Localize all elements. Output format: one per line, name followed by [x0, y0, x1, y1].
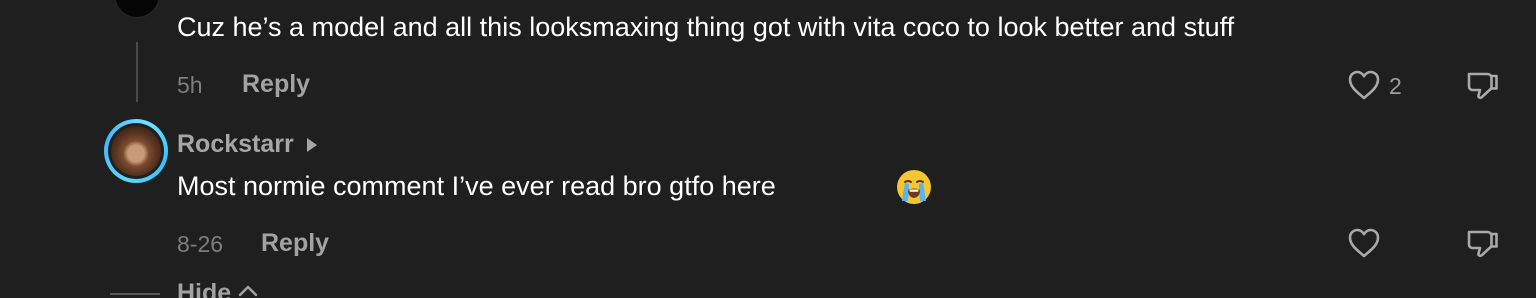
avatar-photo — [111, 126, 161, 176]
comment-timestamp: 8-26 — [177, 231, 224, 257]
hide-divider — [110, 293, 160, 295]
heart-icon[interactable] — [1347, 227, 1381, 259]
thumbs-down-icon[interactable] — [1465, 68, 1501, 104]
caret-right-icon — [307, 138, 317, 152]
reply-button[interactable]: Reply — [242, 70, 310, 99]
like-count: 2 — [1389, 73, 1402, 99]
comment-text: Cuz he’s a model and all this looksmaxin… — [177, 12, 1235, 42]
thread-line — [136, 42, 138, 102]
comment-text: Most normie comment I’ve ever read bro g… — [177, 171, 776, 201]
thumbs-down-icon[interactable] — [1465, 226, 1501, 262]
comment-username[interactable]: Rockstarr — [177, 130, 294, 159]
hide-replies-button[interactable]: Hide — [177, 279, 231, 298]
avatar[interactable] — [104, 119, 168, 183]
reply-button[interactable]: Reply — [261, 229, 329, 258]
comment-timestamp: 5h — [177, 72, 203, 98]
comments-panel: Cuz he’s a model and all this looksmaxin… — [0, 0, 1536, 298]
avatar[interactable] — [114, 0, 160, 18]
heart-icon[interactable] — [1347, 69, 1381, 101]
crying-face-emoji — [897, 170, 931, 204]
chevron-up-icon[interactable] — [238, 283, 258, 297]
